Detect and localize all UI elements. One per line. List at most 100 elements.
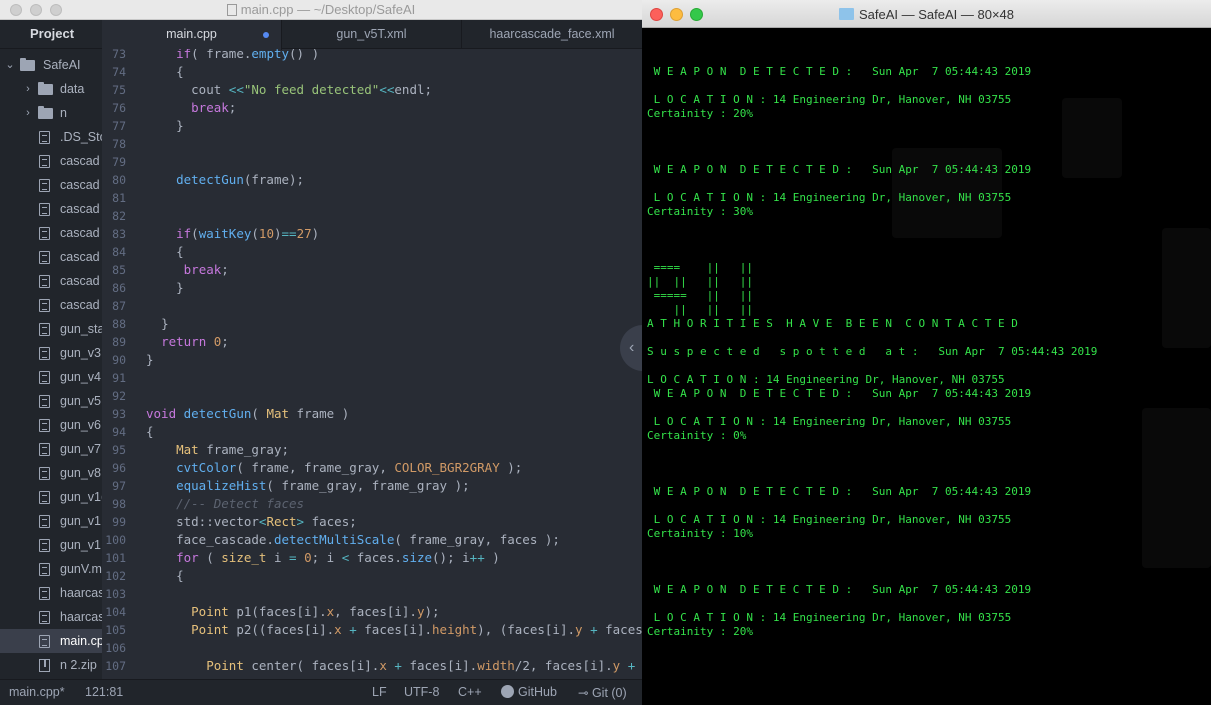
code-line: 76 break; bbox=[102, 99, 642, 117]
tree-item-label: cascad bbox=[60, 154, 100, 168]
code-token: width bbox=[477, 658, 515, 673]
code-text: cout <<"No feed detected"<<endl; bbox=[146, 81, 432, 99]
code-line: 79 bbox=[102, 153, 642, 171]
tree-file[interactable]: cascad bbox=[0, 149, 102, 173]
status-grammar[interactable]: C++ bbox=[458, 685, 482, 699]
tree-file[interactable]: gun_v7 bbox=[0, 437, 102, 461]
code-token: faces[i]. bbox=[356, 622, 433, 637]
code-token: return bbox=[161, 334, 207, 349]
code-editor[interactable]: 73 if( frame.empty() ) 74 {75 cout <<"No … bbox=[102, 49, 642, 679]
status-encoding[interactable]: UTF-8 bbox=[404, 685, 439, 699]
code-line: 99 std::vector<Rect> faces; bbox=[102, 513, 642, 531]
code-text: Point p1(faces[i].x, faces[i].y); bbox=[146, 603, 439, 621]
terminal-window-title-text: SafeAI — SafeAI — 80×48 bbox=[858, 7, 1014, 22]
tree-file[interactable]: cascad bbox=[0, 269, 102, 293]
code-token: faces[i]. bbox=[401, 658, 478, 673]
status-file[interactable]: main.cpp* bbox=[9, 685, 65, 699]
code-text: //-- Detect faces bbox=[146, 495, 304, 513]
tree-file[interactable]: gun_v8 bbox=[0, 461, 102, 485]
code-token: faces. bbox=[349, 550, 402, 565]
code-token: + bbox=[394, 658, 402, 673]
tab-main-cpp[interactable]: main.cpp bbox=[102, 20, 282, 50]
line-number: 82 bbox=[112, 209, 126, 223]
tree-file[interactable]: cascad bbox=[0, 293, 102, 317]
tree-file[interactable]: cascad bbox=[0, 221, 102, 245]
code-token: ; bbox=[228, 100, 237, 115]
file-icon bbox=[39, 371, 50, 384]
tree-file[interactable]: gun_v1 bbox=[0, 509, 102, 533]
tree-file[interactable]: cascad bbox=[0, 197, 102, 221]
file-icon bbox=[39, 563, 50, 576]
tree-file[interactable]: gun_v6 bbox=[0, 413, 102, 437]
tree-item-label: gun_v1( bbox=[60, 490, 102, 504]
terminal-line: Certainity : 0% bbox=[647, 429, 747, 442]
terminal-output[interactable]: W E A P O N D E T E C T E D : Sun Apr 7 … bbox=[642, 28, 1211, 705]
tree-file[interactable]: gun_v4 bbox=[0, 365, 102, 389]
terminal-line: Certainity : 20% bbox=[647, 107, 753, 120]
status-line-ending[interactable]: LF bbox=[372, 685, 387, 699]
tree-item-label: haarcas bbox=[60, 586, 102, 600]
line-number: 93 bbox=[112, 407, 126, 421]
line-number: 76 bbox=[112, 101, 126, 115]
code-token: /2, faces[i]. bbox=[514, 658, 613, 673]
file-icon bbox=[39, 635, 50, 648]
tree-file[interactable]: gun_v1( bbox=[0, 485, 102, 509]
tree-file[interactable]: n 2.zip bbox=[0, 653, 102, 677]
tree-file[interactable]: main.cp bbox=[0, 629, 102, 653]
code-token: , faces[i]. bbox=[334, 604, 417, 619]
code-text: { bbox=[146, 423, 154, 441]
tree-file[interactable]: gunV.m bbox=[0, 557, 102, 581]
tree-file[interactable]: haarcas bbox=[0, 605, 102, 629]
code-line: 97 equalizeHist( frame_gray, frame_gray … bbox=[102, 477, 642, 495]
code-token: () ) bbox=[289, 49, 320, 61]
tree-file[interactable]: gun_v1 bbox=[0, 533, 102, 557]
code-line: 92 bbox=[102, 387, 642, 405]
tree-root-safeai[interactable]: ⌄ SafeAI bbox=[0, 53, 102, 77]
code-token: COLOR_BGR2GRAY bbox=[394, 460, 500, 475]
terminal-line: || || || || bbox=[647, 275, 753, 288]
tree-item-label: haarcas bbox=[60, 610, 102, 624]
tab-gun-v5t-xml[interactable]: gun_v5T.xml bbox=[282, 20, 462, 49]
code-token: = bbox=[289, 550, 297, 565]
code-line: 105 Point p2((faces[i].x + faces[i].heig… bbox=[102, 621, 642, 639]
code-line: 104 Point p1(faces[i].x, faces[i].y); bbox=[102, 603, 642, 621]
tree-file[interactable]: cascad bbox=[0, 245, 102, 269]
tree-folder[interactable]: › n bbox=[0, 101, 102, 125]
tree-item-label: gunV.m bbox=[60, 562, 102, 576]
project-header[interactable]: Project bbox=[0, 20, 102, 49]
tree-file[interactable]: cascad bbox=[0, 173, 102, 197]
tab-haarcascade-face-xml[interactable]: haarcascade_face.xml bbox=[462, 20, 642, 49]
tree-folder[interactable]: › data bbox=[0, 77, 102, 101]
terminal-line: W E A P O N D E T E C T E D : Sun Apr 7 … bbox=[647, 583, 1032, 596]
line-number: 99 bbox=[112, 515, 126, 529]
status-cursor-position[interactable]: 121:81 bbox=[85, 685, 123, 699]
code-token: Point bbox=[206, 658, 244, 673]
status-git[interactable]: ⊸ Git (0) bbox=[578, 685, 627, 700]
code-text: { bbox=[146, 567, 184, 585]
terminal-titlebar[interactable]: SafeAI — SafeAI — 80×48 bbox=[642, 0, 1211, 28]
tree-file[interactable]: haarcas bbox=[0, 581, 102, 605]
tree-file[interactable]: gun_sta bbox=[0, 317, 102, 341]
code-text: } bbox=[146, 315, 169, 333]
terminal-line: Certainity : 20% bbox=[647, 625, 753, 638]
code-token: size bbox=[401, 550, 433, 565]
editor-titlebar[interactable]: main.cpp — ~/Desktop/SafeAI bbox=[0, 0, 642, 20]
status-github[interactable]: GitHub bbox=[501, 685, 557, 699]
tree-file[interactable]: gun_v3 bbox=[0, 341, 102, 365]
tab-label: gun_v5T.xml bbox=[336, 27, 407, 41]
tree-file[interactable]: .DS_Sto bbox=[0, 125, 102, 149]
code-token: waitKey bbox=[198, 226, 252, 241]
tree-file[interactable]: gun_v5 bbox=[0, 389, 102, 413]
code-line: 91 bbox=[102, 369, 642, 387]
code-token: detectGun bbox=[176, 172, 244, 187]
